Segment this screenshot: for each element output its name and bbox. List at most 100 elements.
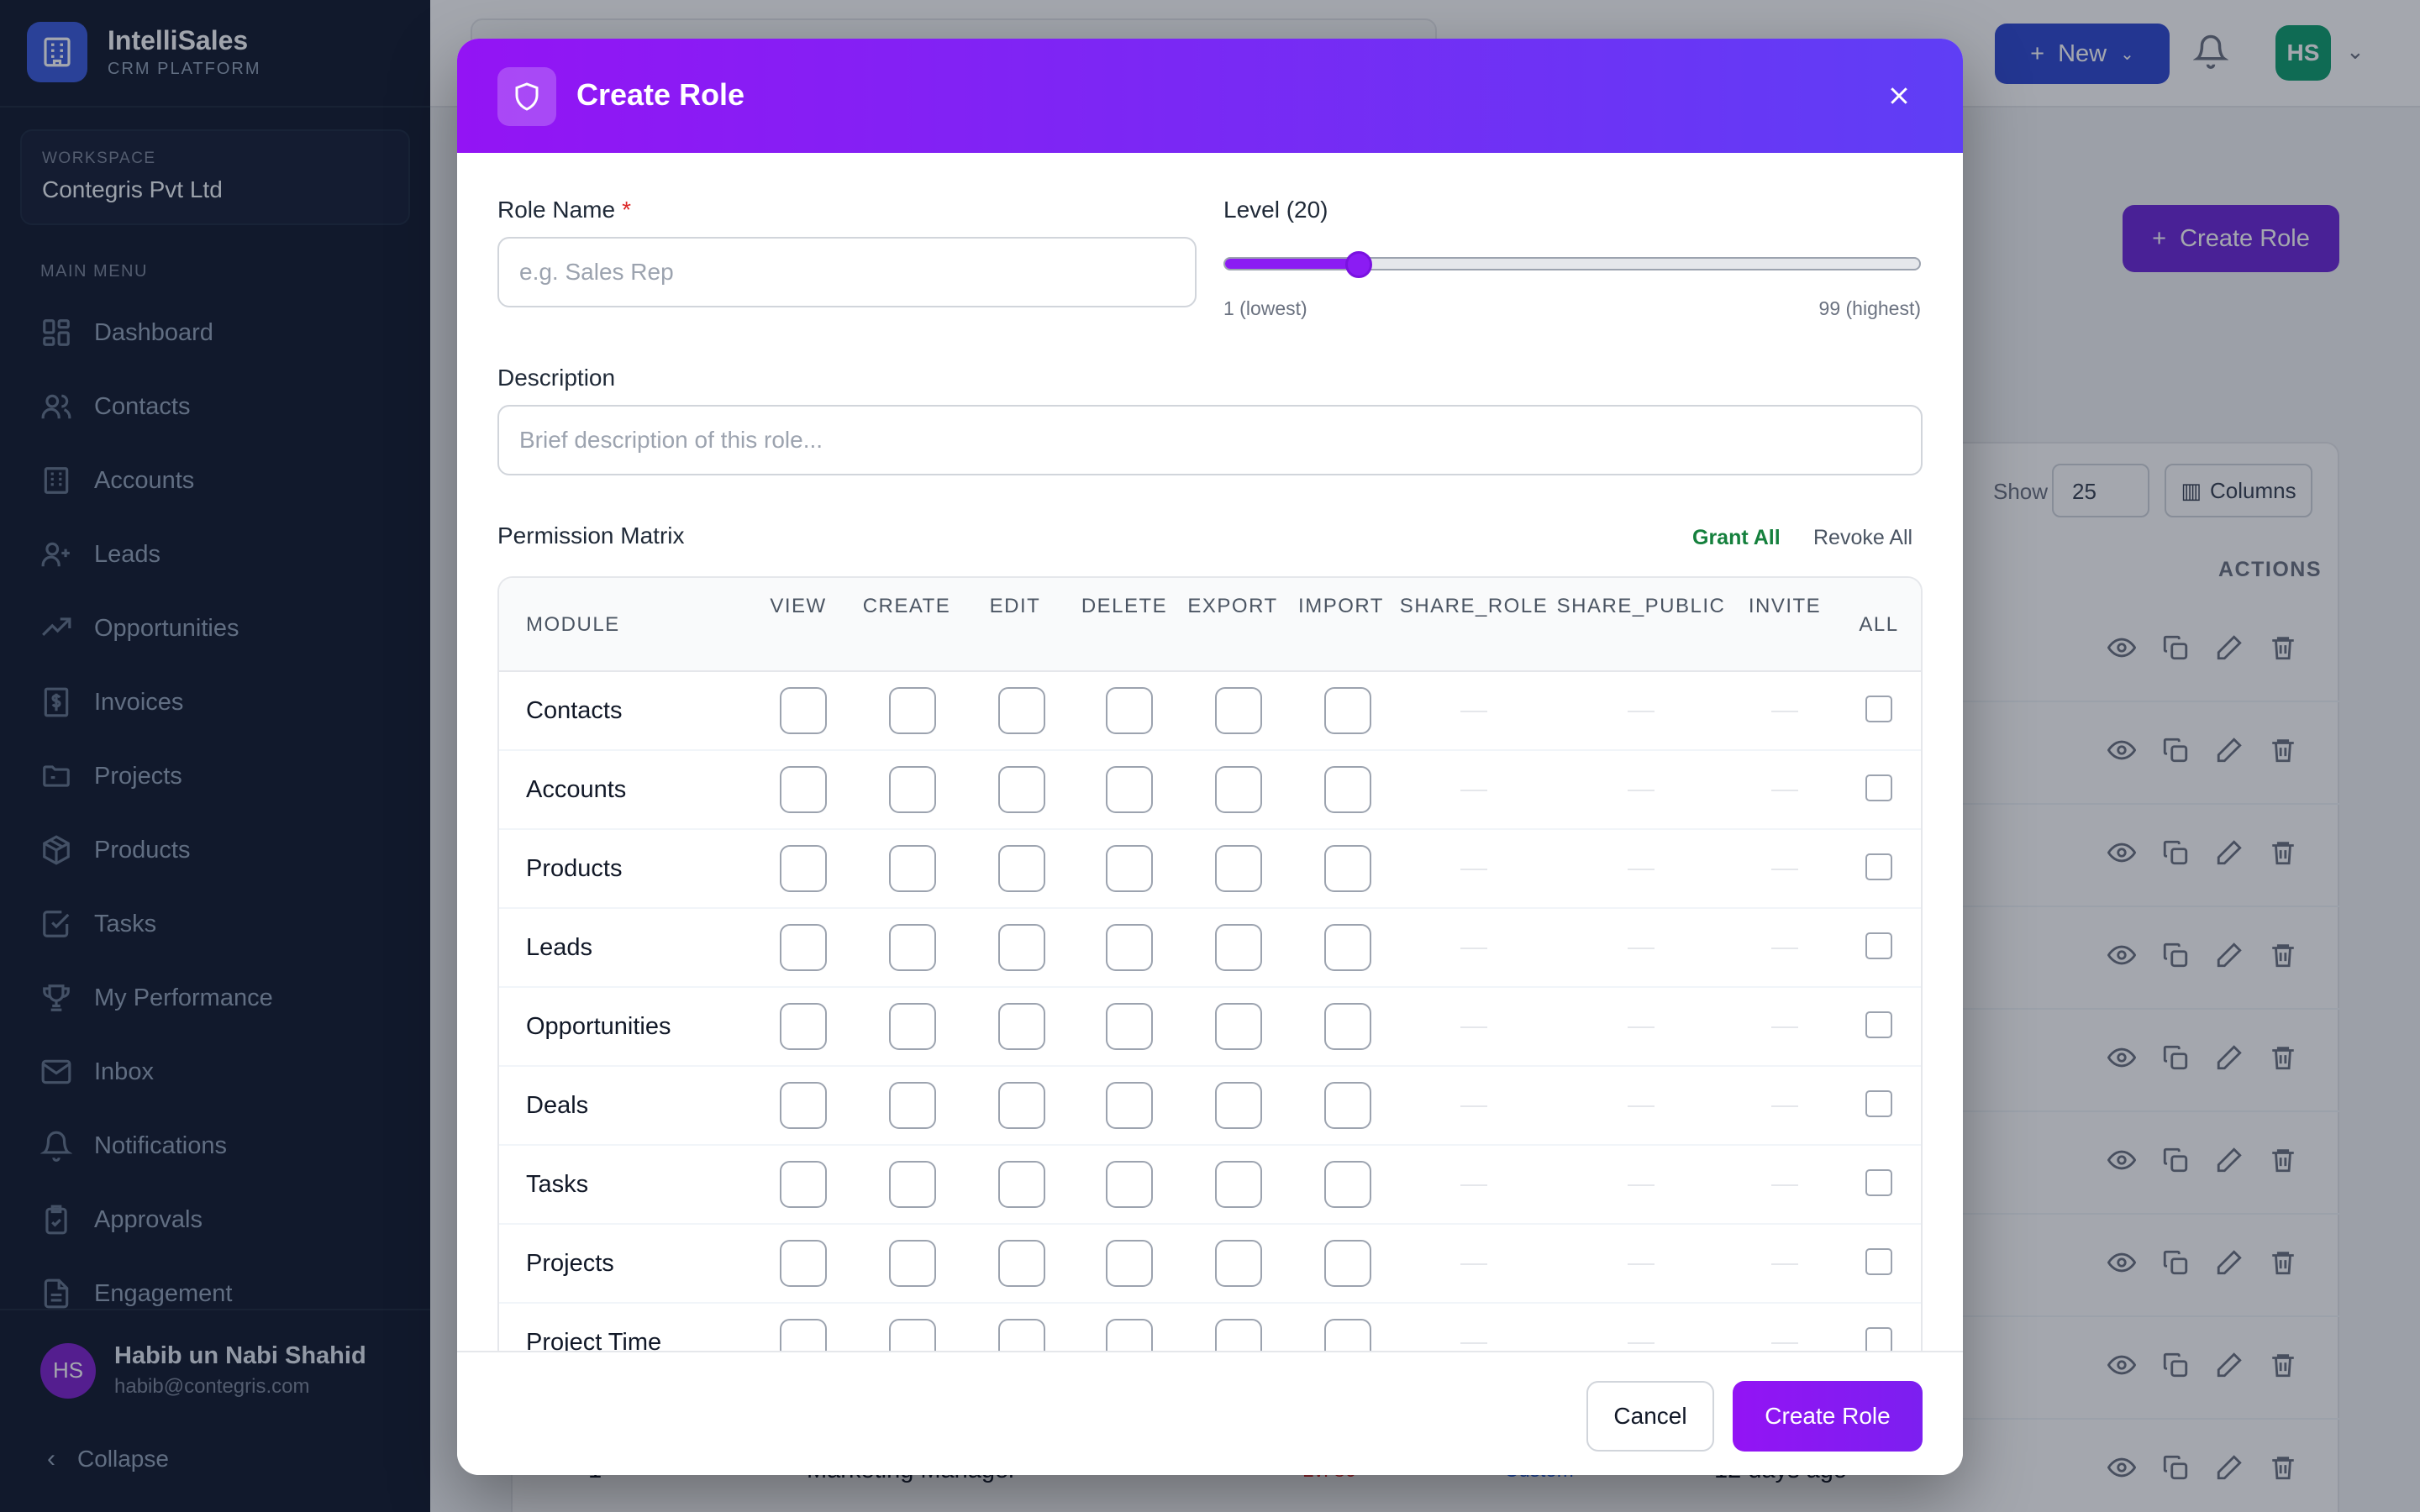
permission-checkbox-import[interactable] bbox=[1324, 1003, 1371, 1050]
level-max-label: 99 (highest) bbox=[1818, 297, 1921, 319]
permission-checkbox-view[interactable] bbox=[780, 1082, 827, 1129]
permission-checkbox-delete[interactable] bbox=[1106, 1240, 1153, 1287]
permission-matrix-header: MODULE VIEW CREATE EDIT DELETE EXPORT IM… bbox=[499, 578, 1921, 672]
level-min-label: 1 (lowest) bbox=[1223, 297, 1307, 319]
permission-checkbox-all[interactable] bbox=[1865, 696, 1892, 722]
permission-checkbox-export[interactable] bbox=[1215, 1161, 1262, 1208]
permission-checkbox-view[interactable] bbox=[780, 687, 827, 734]
permission-row: Leads bbox=[499, 909, 1921, 988]
permission-checkbox-edit[interactable] bbox=[998, 1003, 1045, 1050]
modal-header: Create Role bbox=[457, 39, 1963, 153]
role-name-input[interactable] bbox=[497, 237, 1197, 307]
permission-checkbox-create[interactable] bbox=[889, 1240, 936, 1287]
permission-checkbox-all[interactable] bbox=[1865, 853, 1892, 880]
permission-checkbox-edit[interactable] bbox=[998, 924, 1045, 971]
permission-checkbox-view[interactable] bbox=[780, 766, 827, 813]
permission-checkbox-export[interactable] bbox=[1215, 845, 1262, 892]
revoke-all-button[interactable]: Revoke All bbox=[1813, 526, 1912, 550]
permission-checkbox-export[interactable] bbox=[1215, 1082, 1262, 1129]
shield-icon bbox=[497, 67, 556, 126]
permission-not-applicable bbox=[1628, 1342, 1655, 1344]
permission-checkbox-import[interactable] bbox=[1324, 845, 1371, 892]
permission-checkbox-view[interactable] bbox=[780, 1003, 827, 1050]
permission-row-module: Contacts bbox=[526, 697, 623, 724]
permission-checkbox-all[interactable] bbox=[1865, 932, 1892, 959]
permission-checkbox-export[interactable] bbox=[1215, 1240, 1262, 1287]
permission-checkbox-delete[interactable] bbox=[1106, 924, 1153, 971]
permission-row: Contacts bbox=[499, 672, 1921, 751]
permission-checkbox-all[interactable] bbox=[1865, 1248, 1892, 1275]
permission-checkbox-create[interactable] bbox=[889, 1161, 936, 1208]
permission-row: Tasks bbox=[499, 1146, 1921, 1225]
permission-not-applicable bbox=[1460, 869, 1487, 870]
permission-checkbox-edit[interactable] bbox=[998, 1082, 1045, 1129]
level-slider-track[interactable] bbox=[1223, 257, 1921, 270]
permission-checkbox-delete[interactable] bbox=[1106, 1161, 1153, 1208]
column-header-create: CREATE bbox=[862, 595, 951, 617]
permission-row: Products bbox=[499, 830, 1921, 909]
permission-checkbox-all[interactable] bbox=[1865, 1090, 1892, 1117]
cancel-button[interactable]: Cancel bbox=[1586, 1381, 1714, 1452]
permission-checkbox-edit[interactable] bbox=[998, 1240, 1045, 1287]
permission-checkbox-create[interactable] bbox=[889, 1082, 936, 1129]
permission-checkbox-export[interactable] bbox=[1215, 924, 1262, 971]
permission-checkbox-edit[interactable] bbox=[998, 845, 1045, 892]
permission-checkbox-all[interactable] bbox=[1865, 774, 1892, 801]
permission-checkbox-view[interactable] bbox=[780, 924, 827, 971]
permission-checkbox-export[interactable] bbox=[1215, 766, 1262, 813]
permission-checkbox-import[interactable] bbox=[1324, 687, 1371, 734]
permission-checkbox-import[interactable] bbox=[1324, 1082, 1371, 1129]
permission-checkbox-export[interactable] bbox=[1215, 1003, 1262, 1050]
permission-checkbox-view[interactable] bbox=[780, 845, 827, 892]
permission-row: Projects bbox=[499, 1225, 1921, 1304]
permission-checkbox-create[interactable] bbox=[889, 1003, 936, 1050]
column-header-module: MODULE bbox=[526, 613, 620, 636]
permission-matrix-title: Permission Matrix bbox=[497, 522, 685, 549]
description-label: Description bbox=[497, 365, 616, 391]
permission-checkbox-all[interactable] bbox=[1865, 1169, 1892, 1196]
permission-checkbox-edit[interactable] bbox=[998, 687, 1045, 734]
permission-row-module: Deals bbox=[526, 1092, 589, 1119]
permission-checkbox-delete[interactable] bbox=[1106, 1082, 1153, 1129]
permission-checkbox-create[interactable] bbox=[889, 924, 936, 971]
permission-not-applicable bbox=[1771, 790, 1798, 791]
permission-checkbox-all[interactable] bbox=[1865, 1011, 1892, 1038]
column-header-all: ALL bbox=[1859, 613, 1899, 636]
permission-not-applicable bbox=[1628, 948, 1655, 949]
permission-checkbox-delete[interactable] bbox=[1106, 687, 1153, 734]
modal-footer: Cancel Create Role bbox=[457, 1351, 1963, 1475]
level-label: Level (20) bbox=[1223, 197, 1328, 223]
permission-checkbox-delete[interactable] bbox=[1106, 1003, 1153, 1050]
column-header-share-role: SHARE_ROLE bbox=[1399, 595, 1549, 617]
permission-checkbox-edit[interactable] bbox=[998, 766, 1045, 813]
column-header-export: EXPORT bbox=[1187, 595, 1278, 617]
permission-not-applicable bbox=[1460, 1026, 1487, 1028]
permission-row-module: Tasks bbox=[526, 1171, 589, 1198]
permission-checkbox-import[interactable] bbox=[1324, 924, 1371, 971]
close-icon[interactable] bbox=[1877, 74, 1921, 118]
permission-checkbox-view[interactable] bbox=[780, 1240, 827, 1287]
permission-not-applicable bbox=[1628, 1263, 1655, 1265]
description-input[interactable] bbox=[497, 405, 1923, 475]
permission-checkbox-delete[interactable] bbox=[1106, 766, 1153, 813]
permission-checkbox-create[interactable] bbox=[889, 845, 936, 892]
grant-all-button[interactable]: Grant All bbox=[1692, 526, 1781, 550]
permission-not-applicable bbox=[1460, 948, 1487, 949]
permission-not-applicable bbox=[1460, 1105, 1487, 1107]
permission-checkbox-import[interactable] bbox=[1324, 1240, 1371, 1287]
permission-not-applicable bbox=[1460, 1184, 1487, 1186]
permission-checkbox-import[interactable] bbox=[1324, 766, 1371, 813]
permission-row-module: Products bbox=[526, 855, 623, 882]
permission-checkbox-delete[interactable] bbox=[1106, 845, 1153, 892]
permission-checkbox-create[interactable] bbox=[889, 687, 936, 734]
create-role-modal: Create Role Role Name* Level (20) 1 (low… bbox=[457, 39, 1963, 1475]
create-role-submit-button[interactable]: Create Role bbox=[1733, 1381, 1923, 1452]
permission-checkbox-import[interactable] bbox=[1324, 1161, 1371, 1208]
modal-title: Create Role bbox=[576, 77, 745, 112]
permission-checkbox-create[interactable] bbox=[889, 766, 936, 813]
permission-row-module: Projects bbox=[526, 1250, 614, 1277]
level-slider-thumb[interactable] bbox=[1344, 251, 1372, 278]
permission-checkbox-view[interactable] bbox=[780, 1161, 827, 1208]
permission-checkbox-export[interactable] bbox=[1215, 687, 1262, 734]
permission-checkbox-edit[interactable] bbox=[998, 1161, 1045, 1208]
